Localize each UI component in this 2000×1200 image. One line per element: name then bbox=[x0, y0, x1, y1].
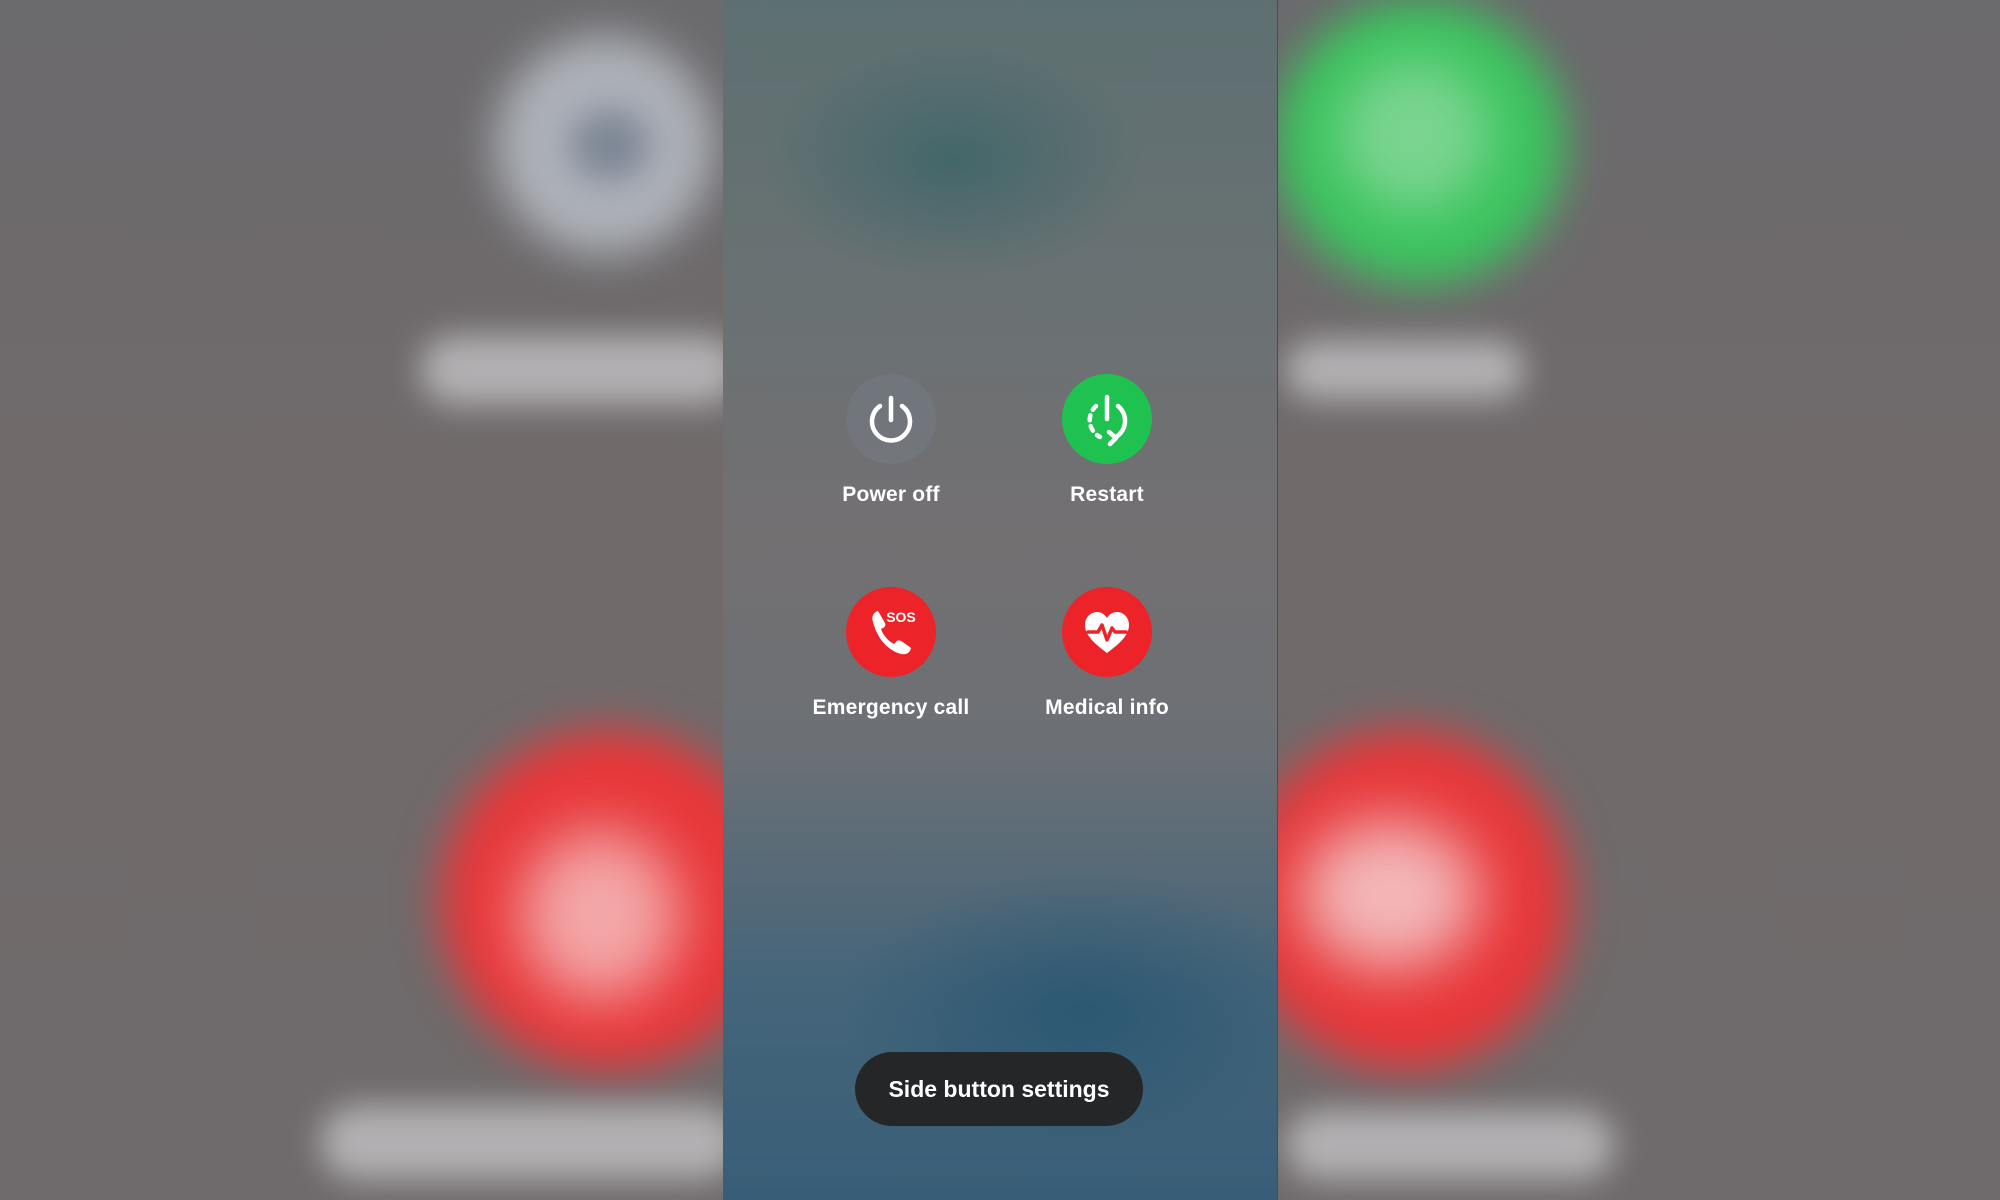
blurred-medical-icon-core bbox=[1300, 820, 1480, 970]
medical-info-circle[interactable] bbox=[1062, 587, 1152, 677]
blurred-power-icon-core bbox=[570, 110, 650, 180]
heart-pulse-icon bbox=[1085, 612, 1129, 653]
restart-icon bbox=[1087, 394, 1128, 447]
power-off-circle[interactable] bbox=[846, 374, 936, 464]
side-button-settings-button[interactable]: Side button settings bbox=[855, 1052, 1143, 1126]
emergency-call-circle[interactable]: SOS bbox=[846, 587, 936, 677]
emergency-call-button[interactable]: SOS Emergency call bbox=[791, 587, 991, 720]
medical-info-button[interactable]: Medical info bbox=[1007, 587, 1207, 720]
blurred-restart-icon-core bbox=[1340, 60, 1490, 210]
medical-info-label: Medical info bbox=[1045, 696, 1169, 719]
power-off-label: Power off bbox=[842, 483, 940, 506]
restart-label: Restart bbox=[1070, 483, 1144, 506]
restart-circle[interactable] bbox=[1062, 374, 1152, 464]
blurred-label bbox=[320, 1105, 740, 1180]
power-icon bbox=[869, 395, 913, 443]
blurred-label bbox=[1285, 340, 1525, 400]
sos-phone-icon: SOS bbox=[872, 609, 916, 655]
emergency-call-label: Emergency call bbox=[812, 696, 970, 719]
restart-button[interactable]: Restart bbox=[1007, 374, 1207, 507]
sos-badge: SOS bbox=[886, 609, 916, 625]
blurred-sos-icon-core bbox=[520, 830, 680, 1000]
blurred-label bbox=[1285, 1110, 1615, 1180]
blurred-label bbox=[420, 335, 740, 405]
power-menu-screen: Power off Restart SOS Emergency call Med… bbox=[723, 0, 1278, 1200]
power-off-button[interactable]: Power off bbox=[791, 374, 991, 507]
